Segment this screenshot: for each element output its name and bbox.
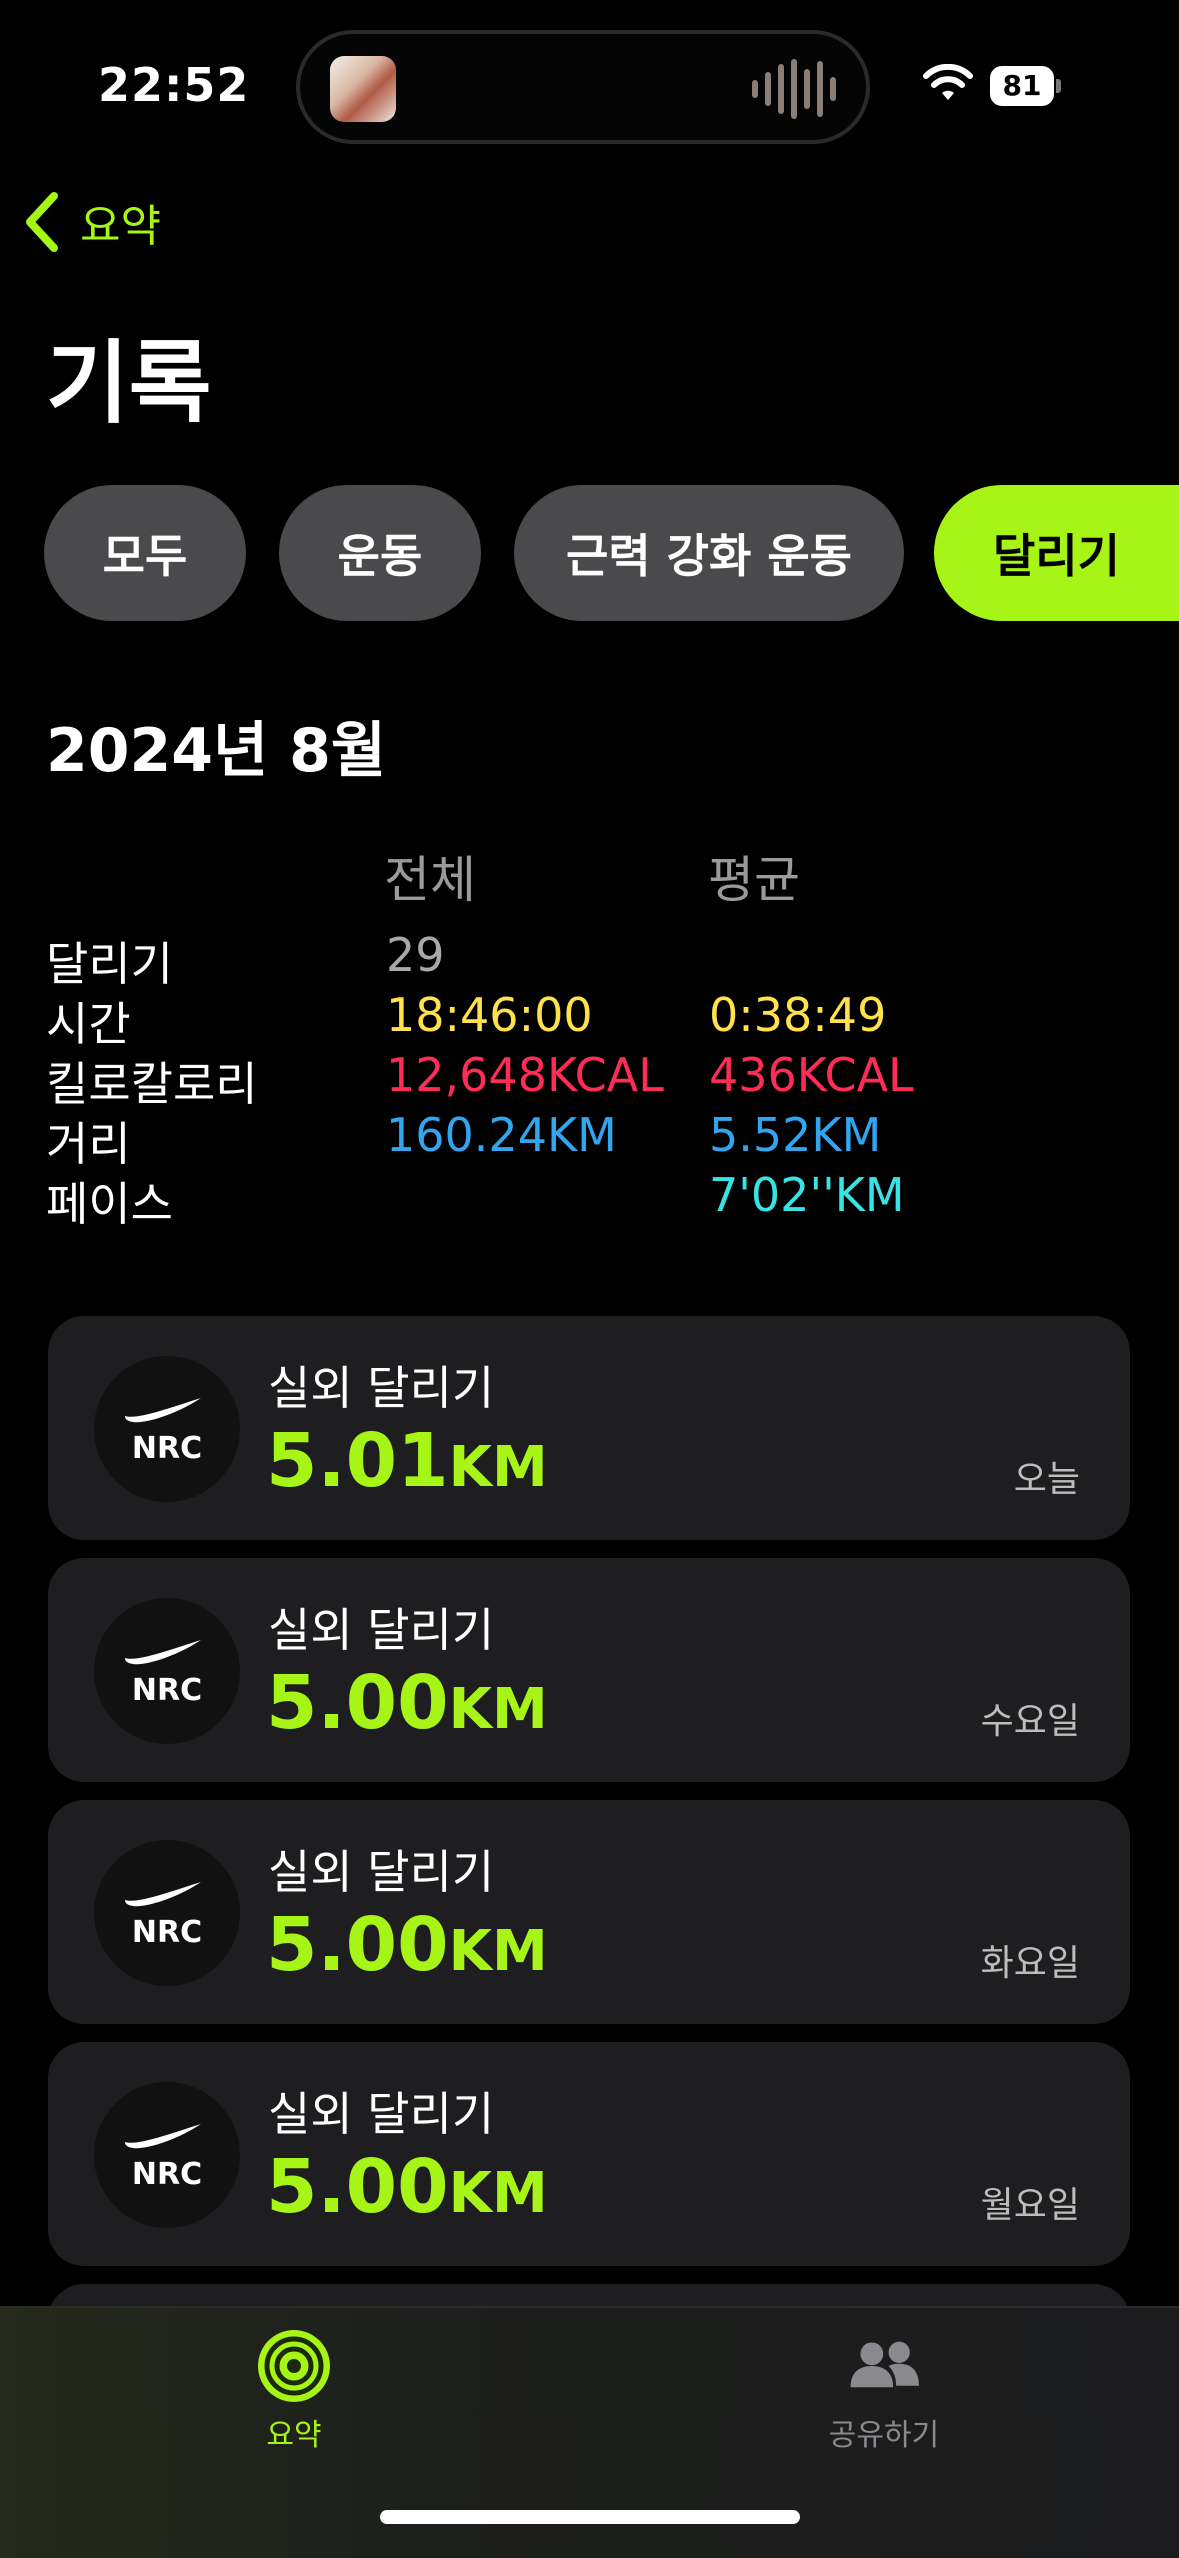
now-playing-artwork[interactable] (330, 56, 396, 122)
filter-chip-workout[interactable]: 운동 (279, 485, 481, 621)
stats-average-value: 436KCAL (709, 1048, 914, 1102)
tab-summary-label: 요약 (266, 2418, 322, 2453)
back-label: 요약 (80, 201, 161, 252)
workout-distance: 5.01KM (266, 1418, 548, 1504)
stats-header-average: 평균 (708, 851, 800, 909)
svg-text:NRC: NRC (132, 1431, 202, 1464)
filter-chip-strength[interactable]: 근력 강화 운동 (514, 485, 904, 621)
stats-average-value: 7'02''KM (709, 1168, 905, 1222)
tab-sharing[interactable]: 공유하기 (774, 2328, 994, 2454)
workout-type: 실외 달리기 (268, 1603, 495, 1657)
battery-level: 81 (990, 66, 1054, 106)
workout-distance: 5.00KM (266, 2144, 548, 2230)
nrc-icon: NRC (94, 1840, 240, 1986)
svg-text:NRC: NRC (132, 2157, 202, 2190)
stats-row-pace: 페이스 7'02''KM (46, 1168, 1146, 1231)
stats-row-calories: 킬로칼로리 12,648KCAL 436KCAL (46, 1048, 1146, 1111)
stats-label: 거리 (46, 1117, 131, 1171)
stats-label: 시간 (46, 997, 131, 1051)
svg-text:NRC: NRC (132, 1673, 202, 1706)
filter-chips: 모두 운동 근력 강화 운동 달리기 (44, 485, 1179, 621)
stats-average-value: 0:38:49 (709, 988, 887, 1042)
wifi-icon (923, 64, 973, 100)
filter-chip-all[interactable]: 모두 (44, 485, 246, 621)
stats-label: 킬로칼로리 (46, 1057, 258, 1111)
back-button[interactable]: 요약 (22, 190, 161, 254)
stats-header-total: 전체 (384, 851, 476, 909)
svg-text:NRC: NRC (132, 1915, 202, 1948)
workout-card[interactable]: NRC 실외 달리기 5.00KM 수요일 (48, 1558, 1130, 1782)
nrc-icon: NRC (94, 1356, 240, 1502)
stats-total-value: 29 (386, 928, 445, 982)
home-indicator[interactable] (380, 2510, 800, 2524)
workout-distance: 5.00KM (266, 1660, 548, 1746)
battery-icon: 81 (990, 66, 1062, 106)
stats-total-value: 160.24KM (386, 1108, 617, 1162)
stats-label: 달리기 (46, 937, 173, 991)
stats-row-runs: 달리기 29 (46, 928, 1146, 991)
workout-day: 월요일 (980, 2185, 1080, 2226)
workout-distance: 5.00KM (266, 1902, 548, 1988)
workout-type: 실외 달리기 (268, 2087, 495, 2141)
page-title: 기록 (46, 331, 212, 436)
tab-sharing-label: 공유하기 (828, 2418, 940, 2453)
activity-rings-icon (258, 2330, 330, 2402)
status-time: 22:52 (98, 58, 250, 112)
nrc-icon: NRC (94, 2082, 240, 2228)
tab-summary[interactable]: 요약 (184, 2328, 404, 2454)
stats-total-value: 18:46:00 (386, 988, 593, 1042)
stats-row-distance: 거리 160.24KM 5.52KM (46, 1108, 1146, 1171)
audio-waveform-icon (752, 58, 836, 120)
stats-total-value: 12,648KCAL (386, 1048, 664, 1102)
dynamic-island[interactable] (296, 30, 870, 144)
people-icon (850, 2341, 919, 2388)
chevron-left-icon (26, 192, 58, 252)
filter-chip-running[interactable]: 달리기 (934, 485, 1179, 621)
workout-type: 실외 달리기 (268, 1361, 495, 1415)
workout-card[interactable]: NRC 실외 달리기 5.00KM 화요일 (48, 1800, 1130, 2024)
workout-day: 오늘 (1013, 1459, 1080, 1500)
stats-label: 페이스 (46, 1177, 173, 1231)
workout-day: 수요일 (980, 1701, 1080, 1742)
workout-card[interactable]: NRC 실외 달리기 5.00KM 월요일 (48, 2042, 1130, 2266)
month-heading: 2024년 8월 (46, 716, 387, 786)
stats-row-time: 시간 18:46:00 0:38:49 (46, 988, 1146, 1051)
stats-average-value: 5.52KM (709, 1108, 882, 1162)
workout-type: 실외 달리기 (268, 1845, 495, 1899)
workout-card[interactable]: NRC 실외 달리기 5.01KM 오늘 (48, 1316, 1130, 1540)
nrc-icon: NRC (94, 1598, 240, 1744)
workout-day: 화요일 (980, 1943, 1080, 1984)
